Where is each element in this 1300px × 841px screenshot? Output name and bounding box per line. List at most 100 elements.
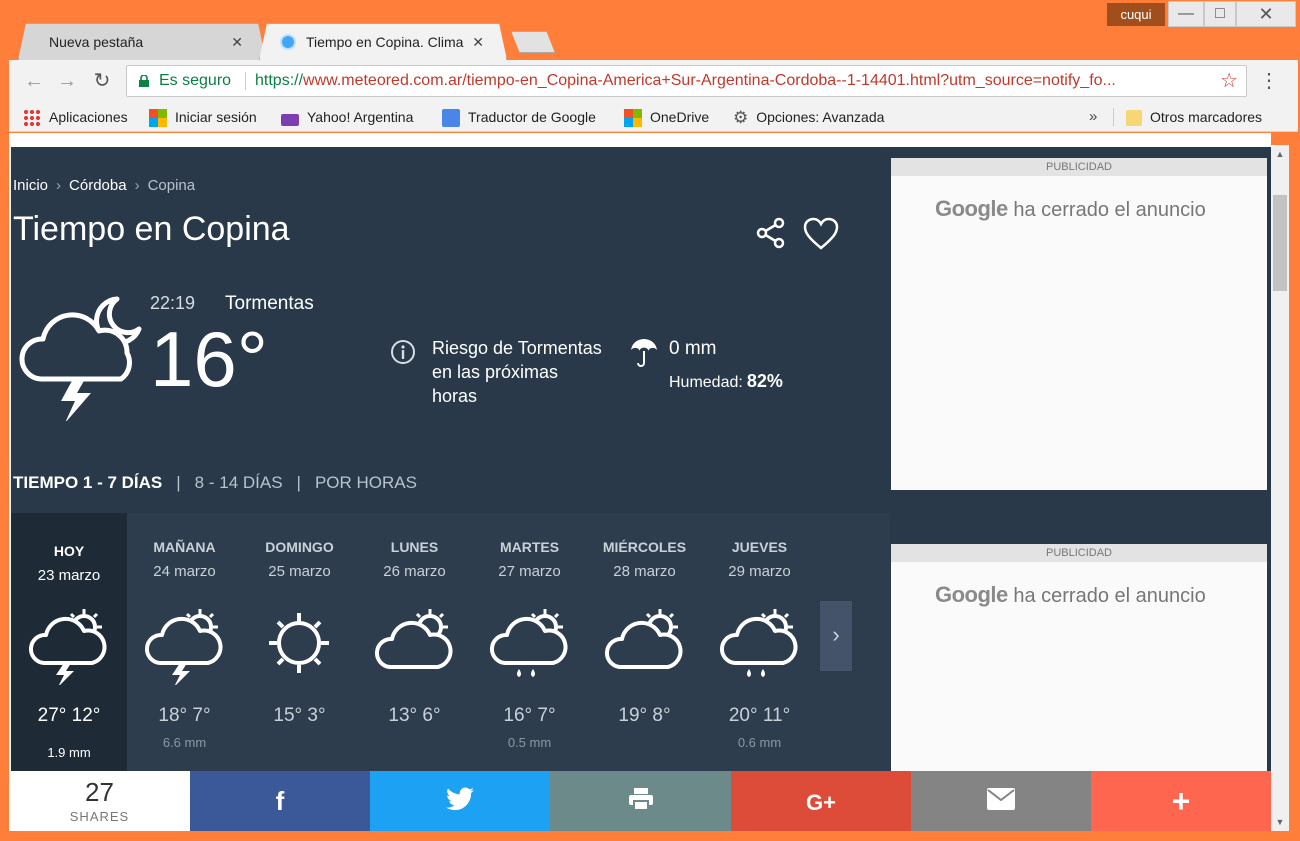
bookmark-aplicaciones[interactable]: Aplicaciones <box>23 108 128 128</box>
ad-label: PUBLICIDAD <box>891 544 1267 562</box>
sun-icon <box>269 613 329 673</box>
url-text[interactable]: https://www.meteored.com.ar/tiempo-en_Co… <box>255 66 1215 96</box>
close-tab-icon[interactable]: ✕ <box>231 24 243 60</box>
forecast-day-lunes[interactable]: LUNES 26 marzo 13° 6° <box>357 513 472 773</box>
more-share-button[interactable]: + <box>1091 771 1271 831</box>
ad-closed-message: Google ha cerrado el anuncio <box>935 582 1206 607</box>
tab-14-days[interactable]: 8 - 14 DÍAS <box>195 473 283 492</box>
breadcrumb-province[interactable]: Córdoba <box>69 177 127 194</box>
google-plus-share-button[interactable]: G+ <box>731 771 911 831</box>
tab-hourly[interactable]: POR HORAS <box>315 473 417 492</box>
bookmark-iniciar-sesion[interactable]: Iniciar sesión <box>149 108 257 128</box>
bookmark-opciones[interactable]: ⚙ Opciones: Avanzada <box>733 108 884 128</box>
back-icon[interactable]: ← <box>21 68 47 94</box>
close-window-button[interactable]: ✕ <box>1236 1 1296 27</box>
meteored-favicon-icon <box>280 34 296 50</box>
tab-title: Tiempo en Copina. Clima <box>306 34 464 50</box>
chevron-right-icon: › <box>134 177 140 194</box>
tab-title: Nueva pestaña <box>49 34 144 50</box>
forecast-tabs: TIEMPO 1 - 7 DÍAS | 8 - 14 DÍAS | POR HORAS <box>13 473 431 493</box>
storm-night-icon <box>19 296 142 421</box>
browser-menu-icon[interactable]: ⋮ <box>1259 68 1279 94</box>
reload-icon[interactable]: ↻ <box>89 68 115 94</box>
current-weather-section: Inicio › Córdoba › Copina Tiempo en Copina 2… <box>11 147 890 513</box>
humidity-label: Humedad: <box>669 374 743 391</box>
page-top-strip <box>9 133 1271 147</box>
page-scrollbar[interactable]: ▲ ▼ <box>1271 145 1289 831</box>
twitter-share-button[interactable] <box>370 771 550 831</box>
forecast-day-manana[interactable]: MAÑANA 24 marzo 18° 7° 6.6 mm <box>127 513 242 773</box>
tab-nueva-pestana[interactable]: Nueva pestaña ✕ <box>18 23 266 60</box>
yahoo-mail-icon <box>281 113 299 126</box>
twitter-icon <box>446 787 474 811</box>
forecast-strip: HOY 23 marzo 27° 12° 1.9 mm MAÑANA 24 ma… <box>11 513 890 773</box>
facebook-share-button[interactable]: f <box>190 771 370 831</box>
forecast-day-domingo[interactable]: DOMINGO 25 marzo 15° 3° <box>242 513 357 773</box>
page-title: Tiempo en Copina <box>13 210 290 248</box>
humidity: Humedad: 82% <box>669 371 783 392</box>
forecast-day-today[interactable]: HOY 23 marzo 27° 12° 1.9 mm <box>11 513 127 773</box>
tab-7-days[interactable]: TIEMPO 1 - 7 DÍAS <box>13 473 162 492</box>
bookmark-star-icon[interactable]: ☆ <box>1220 66 1238 96</box>
bookmarks-divider <box>1113 108 1114 126</box>
breadcrumb-current: Copina <box>147 177 196 194</box>
scroll-up-icon[interactable]: ▲ <box>1271 145 1289 163</box>
profile-badge[interactable]: cuqui <box>1107 3 1165 26</box>
scroll-thumb[interactable] <box>1273 195 1287 291</box>
bookmarks-bar: Aplicaciones Iniciar sesión Yahoo! Argen… <box>9 102 1298 132</box>
share-count: 27 <box>85 777 114 807</box>
ad-column-lower: PUBLICIDAD Google ha cerrado el anuncio <box>890 513 1271 774</box>
page-viewport: Inicio › Córdoba › Copina Tiempo en Copina 2… <box>9 133 1271 831</box>
translate-icon <box>442 109 460 128</box>
bookmark-otros-marcadores[interactable]: Otros marcadores <box>1126 108 1262 128</box>
maximize-button[interactable]: □ <box>1204 1 1236 27</box>
bookmarks-overflow-button[interactable]: » <box>1089 108 1097 128</box>
address-bar[interactable]: Es seguro https://www.meteored.com.ar/ti… <box>126 65 1247 97</box>
new-tab-button[interactable] <box>511 31 555 53</box>
ad-box: PUBLICIDAD Google ha cerrado el anuncio <box>891 158 1267 490</box>
print-button[interactable] <box>550 771 731 831</box>
google-logo: Google <box>935 582 1008 607</box>
favorite-heart-icon[interactable] <box>803 217 839 251</box>
bookmark-onedrive[interactable]: OneDrive <box>624 108 709 128</box>
storm-icon <box>28 609 107 685</box>
tab-tiempo-copina[interactable]: Tiempo en Copina. Clima ✕ <box>259 23 507 60</box>
apps-icon <box>23 109 41 128</box>
lock-icon <box>139 75 149 87</box>
share-label: SHARES <box>69 809 130 824</box>
storm-icon <box>144 609 223 685</box>
close-tab-icon[interactable]: ✕ <box>472 24 484 60</box>
forecast-day-jueves[interactable]: JUEVES 29 marzo 20° 11° 0.6 mm <box>702 513 817 773</box>
partly-cloudy-icon <box>374 609 453 669</box>
microsoft-icon <box>149 109 167 128</box>
ad-label: PUBLICIDAD <box>891 158 1267 176</box>
plus-icon: + <box>1171 783 1191 819</box>
rain-icon <box>719 609 798 677</box>
bookmark-yahoo[interactable]: Yahoo! Argentina <box>281 108 413 128</box>
forecast-day-miercoles[interactable]: MIÉRCOLES 28 marzo 19° 8° <box>587 513 702 773</box>
chevron-right-icon: › <box>56 177 62 194</box>
scroll-down-icon[interactable]: ▼ <box>1271 813 1289 831</box>
breadcrumb-home[interactable]: Inicio <box>13 177 48 194</box>
printer-icon <box>628 788 653 811</box>
minimize-button[interactable]: — <box>1168 1 1204 27</box>
tab-separator: | <box>176 473 181 492</box>
forecast-day-martes[interactable]: MARTES 27 marzo 16° 7° 0.5 mm <box>472 513 587 773</box>
microsoft-icon <box>624 109 642 128</box>
bookmark-traductor[interactable]: Traductor de Google <box>442 108 596 128</box>
current-condition: Tormentas <box>225 293 314 314</box>
share-icon[interactable] <box>755 216 787 250</box>
email-share-button[interactable] <box>911 771 1091 831</box>
forecast-next-button[interactable]: › <box>820 601 852 671</box>
tab-separator: | <box>296 473 301 492</box>
current-time: 22:19 <box>150 293 196 313</box>
umbrella-icon <box>631 339 657 367</box>
precipitation-value: 0 mm <box>669 338 717 359</box>
facebook-icon: f <box>275 786 285 816</box>
forward-icon[interactable]: → <box>54 68 80 94</box>
browser-toolbar: ← → ↻ Es seguro https://www.meteored.com… <box>9 60 1298 102</box>
rain-icon <box>489 609 568 677</box>
google-logo: Google <box>935 196 1008 221</box>
ad-closed-message: Google ha cerrado el anuncio <box>935 196 1206 221</box>
humidity-value: 82% <box>746 371 783 391</box>
